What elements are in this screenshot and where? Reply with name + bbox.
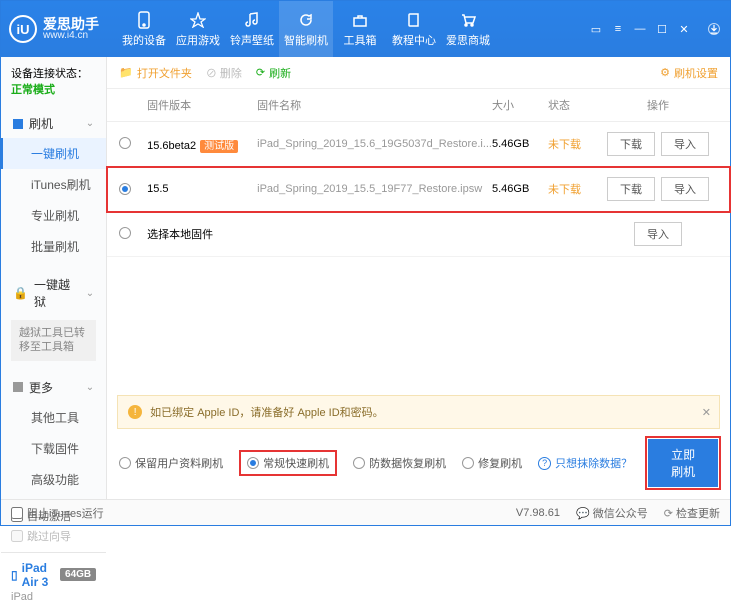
brand-name: 爱思助手	[43, 17, 99, 31]
radio-button[interactable]	[119, 227, 131, 239]
warning-icon: !	[128, 405, 142, 419]
sidebar-item-pro[interactable]: 专业刷机	[1, 200, 106, 231]
block-itunes-checkbox[interactable]: 阻止iTunes运行	[11, 505, 104, 521]
chevron-down-icon: ⌄	[86, 118, 94, 129]
flash-now-button[interactable]: 立即刷机	[648, 439, 718, 487]
info-icon: ?	[538, 457, 551, 470]
maximize-icon[interactable]: ☐	[656, 23, 668, 35]
jailbreak-note: 越狱工具已转移至工具箱	[11, 320, 96, 361]
minimize-icon[interactable]: —	[634, 23, 646, 35]
window-controls: ▭ ≡ — ☐ ✕	[590, 23, 720, 35]
nav-my-device[interactable]: 我的设备	[117, 1, 171, 57]
sidebar-head-jailbreak[interactable]: 🔒一键越狱⌄	[1, 270, 106, 316]
refresh-icon	[297, 11, 315, 29]
mode-anti-recovery[interactable]: 防数据恢复刷机	[353, 455, 446, 471]
open-folder-button[interactable]: 📁打开文件夹	[119, 65, 192, 81]
beta-badge: 测试版	[200, 140, 238, 153]
version-label: V7.98.61	[516, 507, 560, 519]
sidebar-item-advanced[interactable]: 高级功能	[1, 464, 106, 495]
device-info[interactable]: ▯iPad Air 364GB iPad	[1, 552, 106, 611]
sidebar-item-itunes[interactable]: iTunes刷机	[1, 169, 106, 200]
wechat-link[interactable]: 💬 微信公众号	[576, 505, 648, 521]
close-icon[interactable]: ✕	[678, 23, 690, 35]
square-icon	[13, 119, 23, 129]
nav-ringtones[interactable]: 铃声壁纸	[225, 1, 279, 57]
book-icon	[405, 11, 423, 29]
sidebar-item-other-tools[interactable]: 其他工具	[1, 402, 106, 433]
apple-id-notice: ! 如已绑定 Apple ID，请准备好 Apple ID和密码。 ✕	[117, 395, 720, 429]
toolbox-icon	[351, 11, 369, 29]
mode-repair[interactable]: 修复刷机	[462, 455, 522, 471]
radio-button[interactable]	[119, 137, 131, 149]
check-update-link[interactable]: ⟳ 检查更新	[664, 505, 720, 521]
local-firmware-row[interactable]: 选择本地固件 导入	[107, 212, 730, 257]
lock-icon: 🔒	[13, 286, 28, 300]
statusbar: 阻止iTunes运行 V7.98.61 💬 微信公众号 ⟳ 检查更新	[1, 499, 730, 525]
main-panel: 📁打开文件夹 ⊘ 删除 ⟳刷新 ⚙刷机设置 固件版本 固件名称 大小 状态 操作…	[107, 57, 730, 499]
update-icon: ⟳	[664, 508, 673, 520]
close-notice-icon[interactable]: ✕	[702, 406, 711, 419]
sidebar-head-more[interactable]: 更多⌄	[1, 373, 106, 402]
brand: iU 爱思助手 www.i4.cn	[9, 15, 99, 43]
sidebar-item-download-fw[interactable]: 下载固件	[1, 433, 106, 464]
table-header: 固件版本 固件名称 大小 状态 操作	[107, 89, 730, 122]
sidebar-head-flash[interactable]: 刷机⌄	[1, 109, 106, 138]
nav-tutorial[interactable]: 教程中心	[387, 1, 441, 57]
grid-icon[interactable]: ≡	[612, 23, 624, 35]
clear-data-link[interactable]: ?只想抹除数据？	[538, 455, 632, 471]
import-button[interactable]: 导入	[661, 132, 709, 156]
storage-badge: 64GB	[60, 568, 96, 581]
sidebar: 设备连接状态：正常模式 刷机⌄ 一键刷机 iTunes刷机 专业刷机 批量刷机 …	[1, 57, 107, 499]
folder-icon: 📁	[119, 66, 133, 79]
phone-icon	[135, 11, 153, 29]
music-icon	[243, 11, 261, 29]
tablet-icon: ▯	[11, 568, 18, 582]
menu-icon[interactable]: ▭	[590, 23, 602, 35]
wechat-icon: 💬	[576, 508, 590, 520]
firmware-row[interactable]: 15.5 iPad_Spring_2019_15.5_19F77_Restore…	[107, 167, 730, 212]
toolbar: 📁打开文件夹 ⊘ 删除 ⟳刷新 ⚙刷机设置	[107, 57, 730, 89]
chevron-down-icon: ⌄	[86, 288, 94, 299]
mode-keep-data[interactable]: 保留用户资料刷机	[119, 455, 223, 471]
refresh-icon: ⟳	[256, 66, 265, 79]
nav-store[interactable]: 爱思商城	[441, 1, 495, 57]
delete-button[interactable]: ⊘ 删除	[206, 65, 242, 81]
brand-url: www.i4.cn	[43, 31, 99, 41]
apps-icon	[189, 11, 207, 29]
cart-icon	[459, 11, 477, 29]
import-button[interactable]: 导入	[661, 177, 709, 201]
download-button[interactable]: 下载	[607, 177, 655, 201]
flash-options: 保留用户资料刷机 常规快速刷机 防数据恢复刷机 修复刷机 ?只想抹除数据？ 立即…	[107, 429, 730, 499]
skip-guide-checkbox[interactable]: 跳过向导	[11, 528, 96, 544]
navbar: 我的设备 应用游戏 铃声壁纸 智能刷机 工具箱 教程中心 爱思商城	[117, 1, 495, 57]
nav-apps[interactable]: 应用游戏	[171, 1, 225, 57]
mode-normal-fast[interactable]: 常规快速刷机	[239, 450, 337, 476]
square-icon	[13, 382, 23, 392]
logo-icon: iU	[9, 15, 37, 43]
import-button[interactable]: 导入	[634, 222, 682, 246]
nav-toolbox[interactable]: 工具箱	[333, 1, 387, 57]
firmware-row[interactable]: 15.6beta2测试版 iPad_Spring_2019_15.6_19G50…	[107, 122, 730, 167]
download-button[interactable]: 下载	[607, 132, 655, 156]
trash-icon: ⊘	[206, 68, 217, 80]
flash-settings-button[interactable]: ⚙刷机设置	[660, 65, 718, 81]
sidebar-item-batch[interactable]: 批量刷机	[1, 231, 106, 262]
chevron-down-icon: ⌄	[86, 382, 94, 393]
download-icon[interactable]	[708, 23, 720, 35]
titlebar: iU 爱思助手 www.i4.cn 我的设备 应用游戏 铃声壁纸 智能刷机 工具…	[1, 1, 730, 57]
connection-status: 设备连接状态：正常模式	[1, 57, 106, 105]
gear-icon: ⚙	[660, 66, 670, 79]
radio-button[interactable]	[119, 183, 131, 195]
nav-flash[interactable]: 智能刷机	[279, 1, 333, 57]
refresh-button[interactable]: ⟳刷新	[256, 65, 291, 81]
sidebar-item-onekey[interactable]: 一键刷机	[1, 138, 106, 169]
